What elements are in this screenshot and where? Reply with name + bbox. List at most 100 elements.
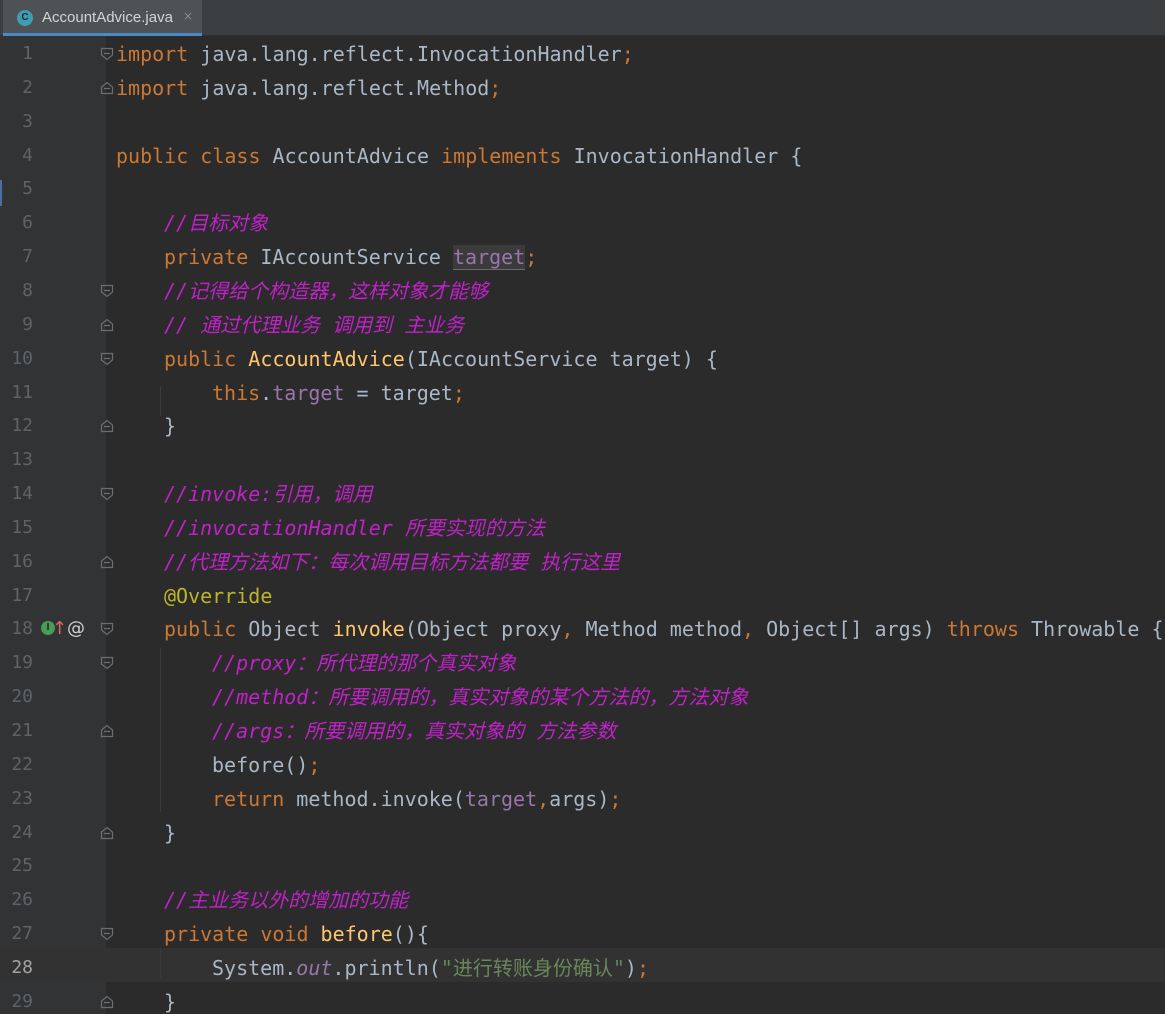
fold-end-icon[interactable] — [100, 724, 114, 738]
code-token: this — [212, 381, 261, 405]
code-token: out — [296, 956, 333, 980]
fold-start-icon[interactable] — [100, 927, 114, 941]
code-line[interactable]: 4 public class AccountAdvice implements I… — [0, 139, 1165, 173]
code-text[interactable]: } — [164, 816, 176, 850]
code-line[interactable]: 9 // 通过代理业务 调用到 主业务 — [0, 308, 1165, 342]
fold-start-icon[interactable] — [100, 47, 114, 61]
code-line[interactable]: 18 I ↑ @ public Object invoke(Object proxy, … — [0, 612, 1165, 646]
code-line[interactable]: 25 — [0, 849, 1165, 883]
code-line[interactable]: 1 import java.lang.reflect.InvocationHand… — [0, 37, 1165, 71]
code-token: target — [272, 381, 345, 405]
code-line[interactable]: 6 //目标对象 — [0, 206, 1165, 240]
fold-end-icon[interactable] — [100, 555, 114, 569]
fold-end-icon[interactable] — [100, 419, 114, 433]
code-text[interactable]: } — [164, 409, 176, 443]
fold-start-icon[interactable] — [100, 352, 114, 366]
fold-start-icon[interactable] — [100, 487, 114, 501]
code-token: public — [164, 617, 249, 641]
annotation-icon[interactable]: @ — [67, 614, 85, 644]
code-line[interactable]: 23 return method.invoke(target,args); — [0, 782, 1165, 816]
code-text[interactable]: private IAccountService target; — [164, 240, 537, 274]
code-text[interactable]: public AccountAdvice(IAccountService tar… — [164, 342, 718, 376]
code-line[interactable]: 8 //记得给个构造器，这样对象才能够 — [0, 274, 1165, 308]
code-text[interactable]: return method.invoke(target,args); — [212, 782, 621, 816]
code-line[interactable]: 16 //代理方法如下：每次调用目标方法都要 执行这里 — [0, 545, 1165, 579]
code-token: //目标对象 — [164, 211, 269, 235]
code-text[interactable]: System.out.println("进行转账身份确认"); — [212, 951, 649, 985]
code-text[interactable]: //记得给个构造器，这样对象才能够 — [164, 274, 488, 308]
code-text[interactable]: public class AccountAdvice implements In… — [116, 139, 802, 173]
line-number: 20 — [11, 686, 33, 707]
code-text[interactable]: private void before(){ — [164, 917, 429, 951]
code-text[interactable]: before(); — [212, 748, 320, 782]
code-token: (Object proxy — [404, 617, 562, 641]
code-text[interactable]: this.target = target; — [212, 376, 465, 410]
code-token: ; — [636, 956, 649, 980]
code-token: before — [320, 922, 393, 946]
code-token: //args：所要调用的，真实对象的 方法参数 — [212, 719, 617, 743]
close-icon[interactable]: × — [183, 9, 193, 23]
code-line[interactable]: 24} — [0, 816, 1165, 850]
code-line[interactable]: 11 this.target = target; — [0, 376, 1165, 410]
editor-tab[interactable]: C AccountAdvice.java × — [3, 0, 202, 36]
code-text[interactable]: public Object invoke(Object proxy, Metho… — [164, 612, 1164, 646]
code-line[interactable]: 29} — [0, 985, 1165, 1014]
code-line[interactable]: 5 — [0, 172, 1165, 206]
code-text[interactable]: //args：所要调用的，真实对象的 方法参数 — [212, 714, 616, 748]
code-text[interactable]: // 通过代理业务 调用到 主业务 — [164, 308, 464, 342]
code-text[interactable]: //invoke:引用，调用 — [164, 477, 372, 511]
code-line[interactable]: 27 private void before(){ — [0, 917, 1165, 951]
code-text[interactable]: //目标对象 — [164, 206, 268, 240]
fold-start-icon[interactable] — [100, 656, 114, 670]
code-token: ; — [609, 787, 622, 811]
code-line[interactable]: 17 @Override — [0, 579, 1165, 613]
code-line[interactable]: 2 import java.lang.reflect.Method; — [0, 71, 1165, 105]
code-line[interactable]: 20 //method：所要调用的，真实对象的某个方法的，方法对象 — [0, 680, 1165, 714]
override-arrow-icon[interactable]: ↑ — [52, 617, 67, 641]
code-text[interactable]: //invocationHandler 所要实现的方法 — [164, 511, 545, 545]
fold-start-icon[interactable] — [100, 284, 114, 298]
code-token: //method：所要调用的，真实对象的某个方法的，方法对象 — [212, 685, 749, 709]
class-icon-letter: C — [21, 12, 29, 23]
fold-end-icon[interactable] — [100, 826, 114, 840]
code-text[interactable]: import java.lang.reflect.Method; — [116, 71, 501, 105]
code-token: = target — [344, 381, 453, 405]
code-line[interactable]: 26 //主业务以外的增加的功能 — [0, 883, 1165, 917]
code-token: Throwable { — [1031, 617, 1164, 641]
code-text[interactable]: //主业务以外的增加的功能 — [164, 883, 408, 917]
code-token: ; — [489, 76, 502, 100]
code-line[interactable]: 10 public AccountAdvice(IAccountService t… — [0, 342, 1165, 376]
code-line[interactable]: 7 private IAccountService target; — [0, 240, 1165, 274]
code-text[interactable]: import java.lang.reflect.InvocationHandl… — [116, 37, 634, 71]
class-icon: C — [17, 10, 33, 26]
code-token: public class — [116, 144, 273, 168]
line-number: 14 — [11, 483, 33, 504]
code-line[interactable]: 21 //args：所要调用的，真实对象的 方法参数 — [0, 714, 1165, 748]
code-text[interactable]: //代理方法如下：每次调用目标方法都要 执行这里 — [164, 545, 620, 579]
line-number: 19 — [11, 652, 33, 673]
code-token: import — [116, 42, 189, 66]
code-line[interactable]: 14 //invoke:引用，调用 — [0, 477, 1165, 511]
line-number: 10 — [11, 348, 33, 369]
fold-end-icon[interactable] — [100, 81, 114, 95]
code-token: @Override — [164, 584, 273, 608]
code-line[interactable]: 13 — [0, 443, 1165, 477]
fold-end-icon[interactable] — [100, 995, 114, 1009]
code-token: .println( — [332, 956, 441, 980]
code-token: method.invoke( — [296, 787, 465, 811]
code-line[interactable]: 3 — [0, 105, 1165, 139]
code-text[interactable]: @Override — [164, 579, 272, 613]
code-line[interactable]: 15 //invocationHandler 所要实现的方法 — [0, 511, 1165, 545]
line-number: 6 — [22, 212, 33, 233]
line-number: 25 — [11, 855, 33, 876]
code-line[interactable]: 12} — [0, 409, 1165, 443]
fold-start-icon[interactable] — [100, 622, 114, 636]
code-line[interactable]: 22 before(); — [0, 748, 1165, 782]
fold-end-icon[interactable] — [100, 318, 114, 332]
code-line[interactable]: 19 //proxy：所代理的那个真实对象 — [0, 646, 1165, 680]
code-token: ; — [525, 245, 538, 269]
code-text[interactable]: //proxy：所代理的那个真实对象 — [212, 646, 516, 680]
code-text[interactable]: //method：所要调用的，真实对象的某个方法的，方法对象 — [212, 680, 748, 714]
code-line[interactable]: 28 System.out.println("进行转账身份确认"); — [0, 951, 1165, 985]
code-text[interactable]: } — [164, 985, 176, 1014]
